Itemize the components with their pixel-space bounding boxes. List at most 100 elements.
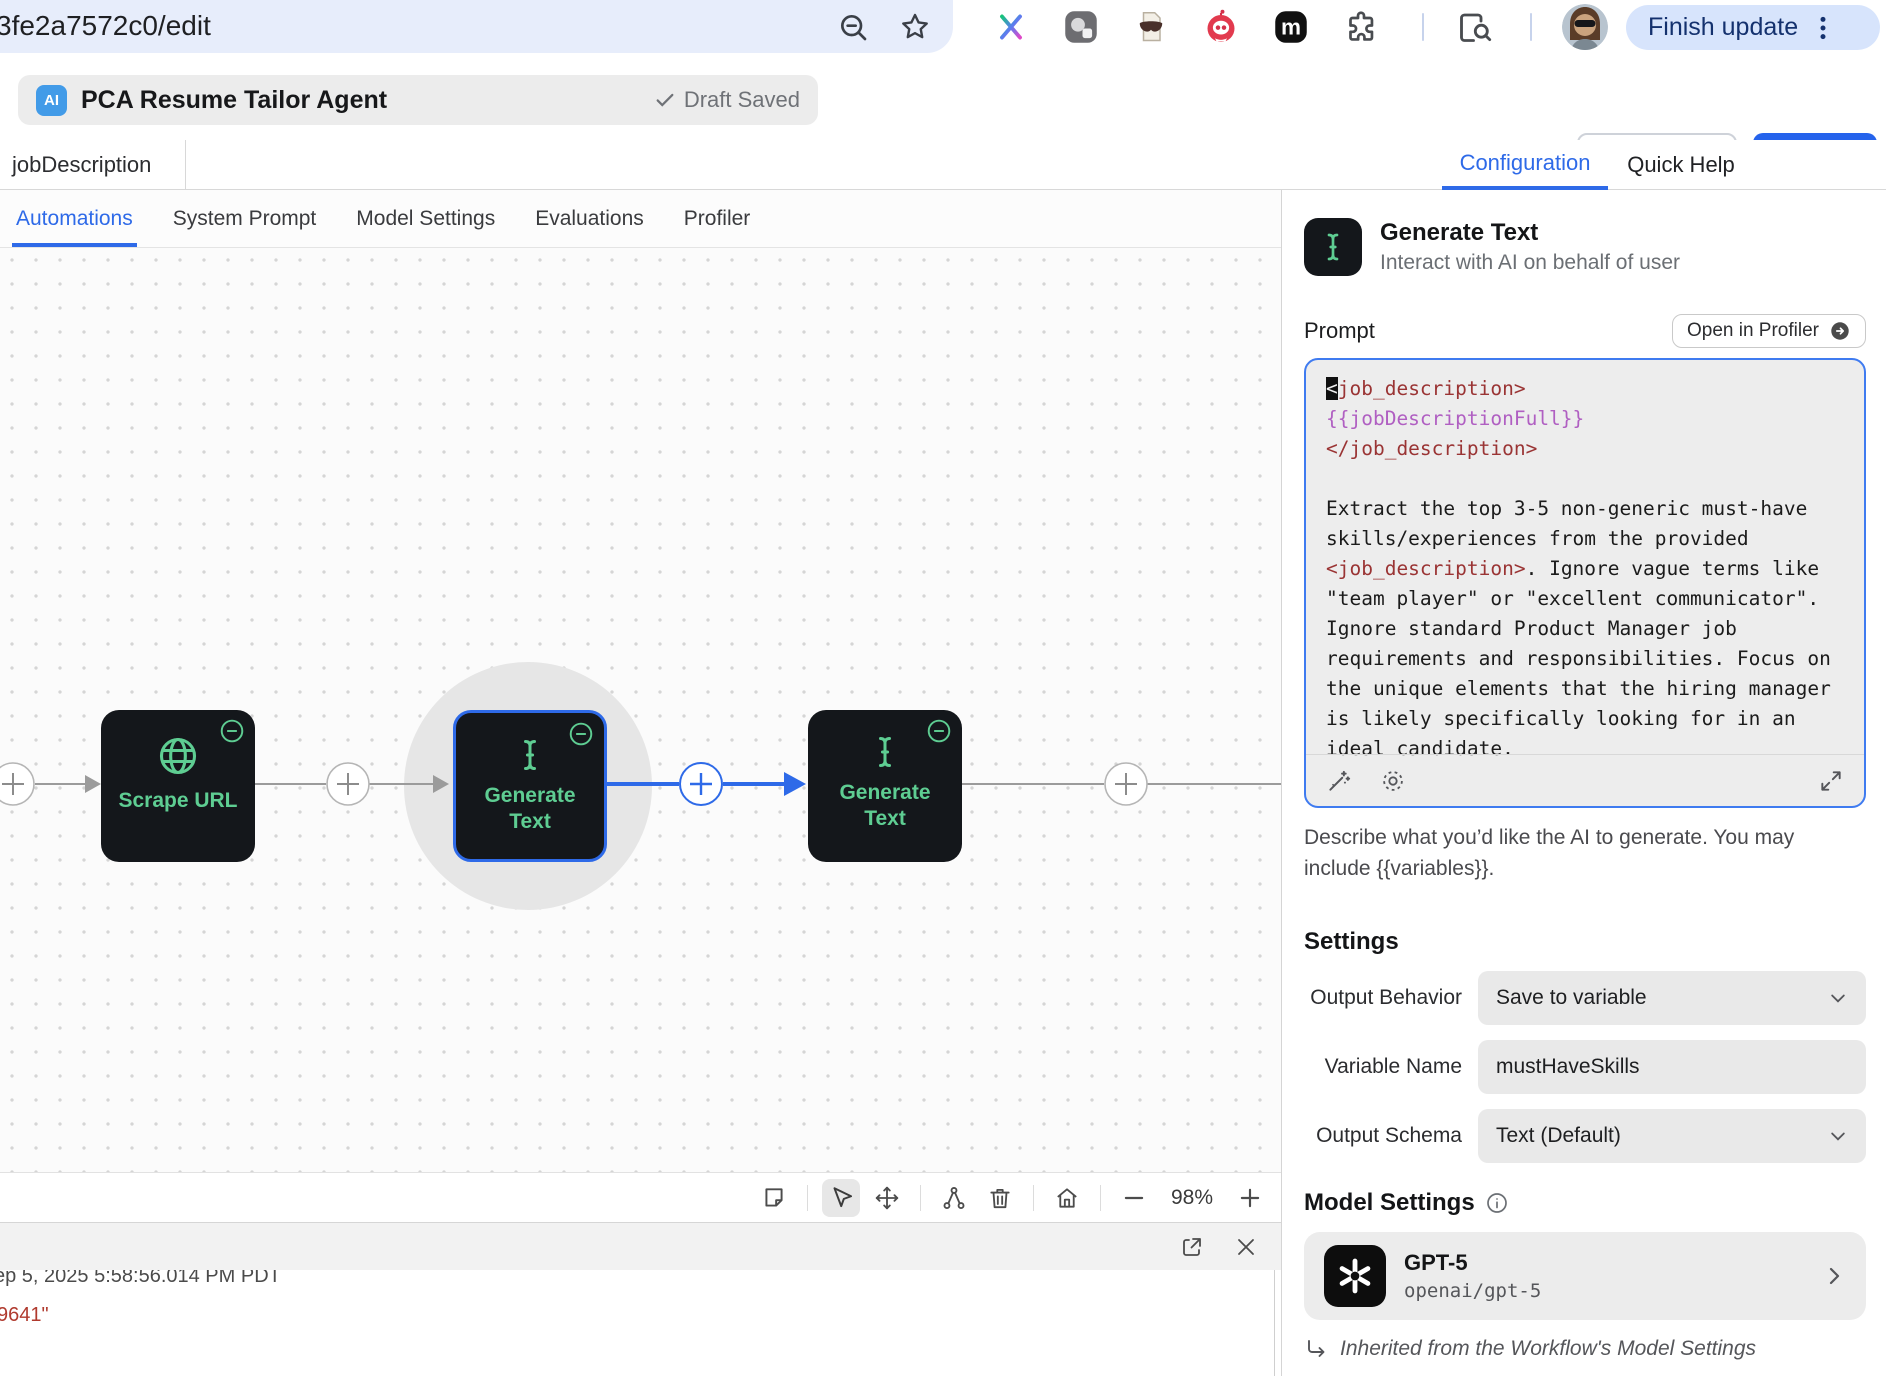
subtab-system-prompt[interactable]: System Prompt xyxy=(173,190,317,247)
extension-monday-icon[interactable]: m xyxy=(1272,8,1310,46)
zoom-in-button[interactable] xyxy=(1231,1179,1269,1217)
code-line: "team player" or "excellent communicator… xyxy=(1326,584,1844,614)
magic-wand-icon[interactable] xyxy=(1324,766,1354,796)
node-title: Generate Text xyxy=(1380,219,1680,247)
output-schema-select[interactable]: Text (Default) xyxy=(1478,1109,1866,1163)
model-card[interactable]: GPT-5 openai/gpt-5 xyxy=(1304,1232,1866,1320)
output-behavior-value: Save to variable xyxy=(1496,986,1828,1010)
model-settings-heading: Model Settings xyxy=(1304,1189,1866,1217)
toolbar-divider xyxy=(1100,1185,1101,1211)
auto-layout-tool[interactable] xyxy=(935,1179,973,1217)
agent-title-bar: AI PCA Resume Tailor Agent Draft Saved xyxy=(18,75,818,125)
extensions-puzzle-icon[interactable] xyxy=(1342,8,1380,46)
pan-tool[interactable] xyxy=(868,1179,906,1217)
info-icon[interactable] xyxy=(1485,1191,1509,1215)
output-schema-row: Output Schema Text (Default) xyxy=(1304,1109,1866,1163)
tab-configuration[interactable]: Configuration xyxy=(1442,140,1608,190)
variable-name-input[interactable] xyxy=(1496,1055,1848,1079)
arrow-right-circle-icon xyxy=(1829,320,1851,342)
collapse-node-icon[interactable] xyxy=(568,721,594,747)
prompt-editor-code[interactable]: <job_description>{{jobDescriptionFull}}<… xyxy=(1306,360,1864,778)
log-panel-header xyxy=(0,1222,1281,1270)
text-cursor-icon xyxy=(1304,218,1362,276)
node-label: Generate Text xyxy=(833,780,937,832)
add-node-button[interactable] xyxy=(327,763,369,805)
code-line: Ignore standard Product Manager job xyxy=(1326,614,1844,644)
url-text[interactable]: 3fe2a7572c0/edit xyxy=(0,10,211,42)
extension-robot-icon[interactable] xyxy=(1202,8,1240,46)
chevron-right-icon xyxy=(1822,1264,1846,1288)
tab-row: jobDescription Configuration Quick Help xyxy=(0,140,1886,190)
zoom-out-icon[interactable] xyxy=(836,10,870,44)
open-in-profiler-button[interactable]: Open in Profiler xyxy=(1672,314,1866,348)
canvas-toolbar: 98% xyxy=(0,1172,1281,1222)
kebab-menu-icon[interactable] xyxy=(1812,15,1834,41)
output-schema-label: Output Schema xyxy=(1304,1124,1462,1148)
close-icon[interactable] xyxy=(1233,1234,1259,1260)
output-behavior-select[interactable]: Save to variable xyxy=(1478,971,1866,1025)
tab-jobdescription[interactable]: jobDescription xyxy=(0,140,186,190)
delete-tool[interactable] xyxy=(981,1179,1019,1217)
toolbar-divider xyxy=(1033,1185,1034,1211)
model-settings-heading-label: Model Settings xyxy=(1304,1189,1475,1217)
app-header: AI PCA Resume Tailor Agent Draft Saved P… xyxy=(0,55,1886,140)
extension-x-icon[interactable] xyxy=(992,8,1030,46)
address-bar[interactable]: 3fe2a7572c0/edit xyxy=(0,0,953,53)
globe-icon xyxy=(156,734,200,778)
finish-update-button[interactable]: Finish update xyxy=(1626,5,1880,50)
code-line: <job_description>. Ignore vague terms li… xyxy=(1326,554,1844,584)
collapse-node-icon[interactable] xyxy=(926,718,952,744)
agent-title: PCA Resume Tailor Agent xyxy=(81,86,640,115)
search-tabs-icon[interactable] xyxy=(1456,8,1494,46)
select-tool[interactable] xyxy=(822,1179,860,1217)
model-id: openai/gpt-5 xyxy=(1404,1280,1804,1302)
extension-mask-icon[interactable] xyxy=(1132,8,1170,46)
log-error-value: 9641" xyxy=(0,1304,1274,1327)
log-timestamp: ep 5, 2025 5:58:56.014 PM PDT xyxy=(0,1270,1274,1288)
sticky-note-tool[interactable] xyxy=(755,1179,793,1217)
workflow-canvas[interactable]: Scrape URL Generate Text xyxy=(0,248,1281,1172)
corner-down-right-icon xyxy=(1304,1337,1328,1361)
open-external-icon[interactable] xyxy=(1179,1234,1205,1260)
code-line: the unique elements that the hiring mana… xyxy=(1326,674,1844,704)
extension-gray-icon[interactable] xyxy=(1062,8,1100,46)
subtab-automations[interactable]: Automations xyxy=(16,190,133,247)
code-line xyxy=(1326,464,1844,494)
expand-editor-icon[interactable] xyxy=(1816,766,1846,796)
model-name: GPT-5 xyxy=(1404,1250,1804,1276)
subtab-evaluations[interactable]: Evaluations xyxy=(535,190,644,247)
zoom-out-button[interactable] xyxy=(1115,1179,1153,1217)
subtab-profiler[interactable]: Profiler xyxy=(684,190,751,247)
chevron-down-icon xyxy=(1828,988,1848,1008)
settings-heading: Settings xyxy=(1304,928,1866,956)
profile-avatar[interactable] xyxy=(1562,4,1608,50)
dotted-gear-icon[interactable] xyxy=(1378,766,1408,796)
text-cursor-icon xyxy=(512,737,548,773)
variable-name-field[interactable] xyxy=(1478,1040,1866,1094)
home-view-tool[interactable] xyxy=(1048,1179,1086,1217)
toolbar-divider xyxy=(1422,13,1424,41)
node-generate-text-2[interactable]: Generate Text xyxy=(808,710,962,862)
chevron-down-icon xyxy=(1828,1126,1848,1146)
variable-name-row: Variable Name xyxy=(1304,1040,1866,1094)
configuration-panel: Generate Text Interact with AI on behalf… xyxy=(1281,190,1886,1376)
check-icon xyxy=(654,89,676,111)
add-node-button[interactable] xyxy=(0,763,34,805)
subtab-model-settings[interactable]: Model Settings xyxy=(356,190,495,247)
add-node-button[interactable] xyxy=(1105,763,1147,805)
collapse-node-icon[interactable] xyxy=(219,718,245,744)
openai-logo-icon xyxy=(1324,1245,1386,1307)
variable-name-label: Variable Name xyxy=(1304,1055,1462,1079)
output-schema-value: Text (Default) xyxy=(1496,1124,1828,1148)
prompt-editor[interactable]: <job_description>{{jobDescriptionFull}}<… xyxy=(1304,358,1866,808)
arrowhead xyxy=(85,775,101,793)
output-behavior-row: Output Behavior Save to variable xyxy=(1304,971,1866,1025)
tab-quick-help[interactable]: Quick Help xyxy=(1622,140,1740,190)
node-scrape-url[interactable]: Scrape URL xyxy=(101,710,255,862)
node-generate-text-selected[interactable]: Generate Text xyxy=(453,710,607,862)
bookmark-star-icon[interactable] xyxy=(898,10,932,44)
zoom-level: 98% xyxy=(1171,1186,1213,1210)
code-line: </job_description> xyxy=(1326,434,1844,464)
code-line: skills/experiences from the provided xyxy=(1326,524,1844,554)
add-node-button-active[interactable] xyxy=(680,763,722,805)
